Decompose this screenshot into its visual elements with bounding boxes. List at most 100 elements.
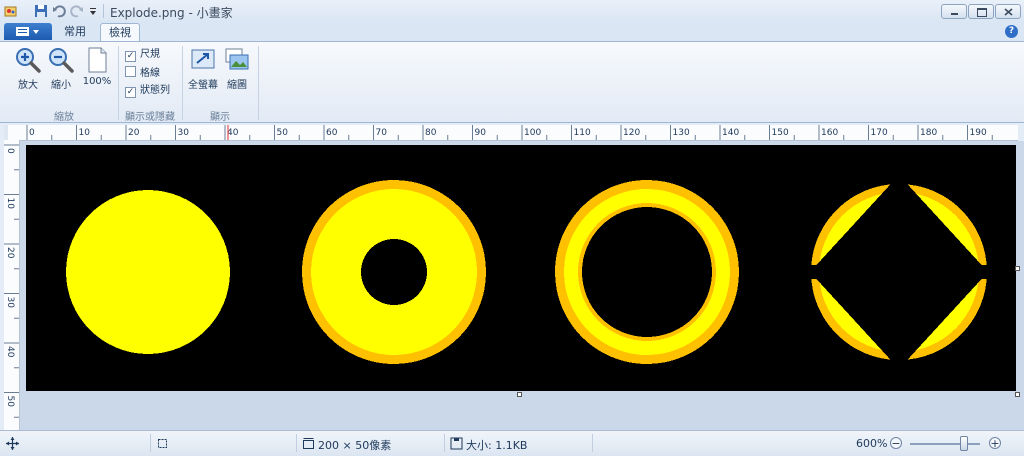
page-icon: [88, 47, 107, 73]
status-separator: [444, 434, 445, 452]
gridlines-label: 格線: [140, 68, 160, 79]
app-menu-button[interactable]: [4, 23, 52, 40]
minimize-button[interactable]: [941, 4, 967, 19]
ruler-label: 30: [178, 128, 190, 138]
resize-handle-bottom[interactable]: [517, 392, 522, 397]
status-separator: [296, 434, 297, 452]
actual-size-button[interactable]: 100%: [81, 47, 113, 87]
zoom-slider-track[interactable]: [910, 443, 980, 445]
zoom-out-label: 縮小: [51, 80, 71, 91]
image-dimensions: 200 × 50像素: [318, 439, 392, 452]
window-title: Explode.png - 小畫家: [110, 6, 233, 20]
ring-hole: [582, 207, 712, 337]
ruler-label: 130: [673, 128, 690, 138]
rulers-check-box: ✓: [125, 51, 136, 62]
thick-ring-hole: [361, 239, 427, 305]
image-content: [66, 175, 992, 373]
fullscreen-label: 全螢幕: [188, 80, 218, 91]
close-icon: [1004, 8, 1013, 16]
menu-icon: [16, 27, 39, 36]
zoom-level: 600%: [856, 437, 888, 450]
zoom-in-icon: [16, 48, 41, 73]
thumbnail-button[interactable]: 縮圖: [223, 47, 251, 91]
show-hide-group-label: 顯示或隱藏: [125, 112, 175, 123]
image-size-icon: [303, 438, 314, 449]
group-separator: [182, 46, 183, 120]
ruler-label: 170: [871, 128, 888, 138]
paint-app-icon[interactable]: [4, 4, 18, 18]
statusbar-label: 狀態列: [140, 85, 170, 96]
disk-icon: [450, 437, 463, 450]
image-canvas[interactable]: [26, 145, 1016, 391]
ruler-label: 70: [376, 128, 388, 138]
restore-button[interactable]: [968, 4, 994, 19]
rulers-label: 尺規: [140, 49, 160, 60]
cursor-position-icon: [6, 437, 19, 450]
horizontal-ruler: 0 10 20 30 40 50 60 70 80 90 100 110 120 130 140 150 160…: [8, 125, 1018, 141]
fullscreen-icon: [191, 49, 215, 69]
ruler-label: 20: [5, 247, 15, 259]
solid-yellow-disc: [66, 190, 230, 354]
zoom-slider-thumb[interactable]: [959, 436, 968, 451]
zoom-in-button[interactable]: 放大: [14, 47, 42, 91]
zoom-in-label: 放大: [18, 80, 38, 91]
title-bar: Explode.png - 小畫家: [0, 0, 1024, 22]
ruler-label: 50: [5, 396, 15, 408]
ruler-label: 10: [5, 198, 15, 210]
redo-icon[interactable]: [70, 4, 84, 18]
rulers-checkbox[interactable]: ✓ 尺規: [125, 48, 160, 62]
thumbnail-icon: [225, 48, 249, 70]
help-icon[interactable]: ?: [1005, 25, 1018, 38]
ribbon-tab-row: 常用 檢視 ?: [0, 22, 1024, 41]
ruler-label: 120: [623, 128, 640, 138]
ruler-label: 60: [326, 128, 338, 138]
customize-quick-access-icon[interactable]: [88, 4, 98, 18]
file-size: 大小: 1.1KB: [466, 439, 528, 452]
ruler-label: 190: [970, 128, 987, 138]
status-separator: [150, 434, 151, 452]
ruler-label: 180: [920, 128, 937, 138]
actual-size-label: 100%: [82, 76, 112, 87]
statusbar-checkbox[interactable]: ✓ 狀態列: [125, 84, 170, 98]
close-button[interactable]: [995, 4, 1021, 19]
ruler-label: 160: [821, 128, 838, 138]
tab-view[interactable]: 檢視: [100, 23, 140, 41]
ruler-label: 80: [425, 128, 437, 138]
zoom-group-label: 縮放: [54, 112, 74, 123]
display-group-label: 顯示: [210, 112, 230, 123]
ruler-label: 150: [772, 128, 789, 138]
vertical-ruler: 0 10 20 30 40 50: [4, 140, 20, 430]
exploded-ring: [806, 175, 992, 373]
resize-handle-right[interactable]: [1015, 266, 1020, 271]
undo-icon[interactable]: [52, 4, 66, 18]
ruler-label: 90: [475, 128, 487, 138]
ruler-label: 140: [722, 128, 739, 138]
statusbar-check-box: ✓: [125, 87, 136, 98]
zoom-out-button[interactable]: 縮小: [47, 47, 75, 91]
ruler-label: 110: [574, 128, 591, 138]
zoom-in-status-button[interactable]: +: [989, 437, 1001, 449]
zoom-out-status-button[interactable]: −: [890, 437, 902, 449]
save-icon[interactable]: [34, 4, 48, 18]
ribbon: 放大 縮小 100% 縮放 ✓ 尺規 格線 ✓ 狀態列 顯示或隱藏 全螢幕 縮圖…: [0, 41, 1024, 123]
ruler-label: 100: [524, 128, 541, 138]
ruler-label: 40: [5, 346, 15, 358]
gridlines-check-box: [125, 66, 136, 77]
ruler-label: 0: [29, 128, 35, 138]
ruler-label: 10: [79, 128, 91, 138]
zoom-out-icon: [49, 48, 74, 73]
ruler-label: 0: [5, 148, 15, 154]
ruler-label: 40: [227, 128, 239, 138]
gridlines-checkbox[interactable]: 格線: [125, 66, 160, 80]
tab-home[interactable]: 常用: [56, 23, 94, 41]
resize-handle-corner[interactable]: [1015, 392, 1020, 397]
fullscreen-button[interactable]: 全螢幕: [185, 47, 221, 91]
status-bar: 200 × 50像素 大小: 1.1KB 600% − +: [0, 430, 1024, 456]
ruler-label: 50: [277, 128, 289, 138]
title-separator: [103, 4, 104, 18]
selection-size-icon: [158, 439, 167, 448]
thumbnail-label: 縮圖: [227, 80, 247, 91]
ruler-label: 20: [128, 128, 140, 138]
minimize-icon: [951, 13, 958, 15]
group-separator: [258, 46, 259, 120]
